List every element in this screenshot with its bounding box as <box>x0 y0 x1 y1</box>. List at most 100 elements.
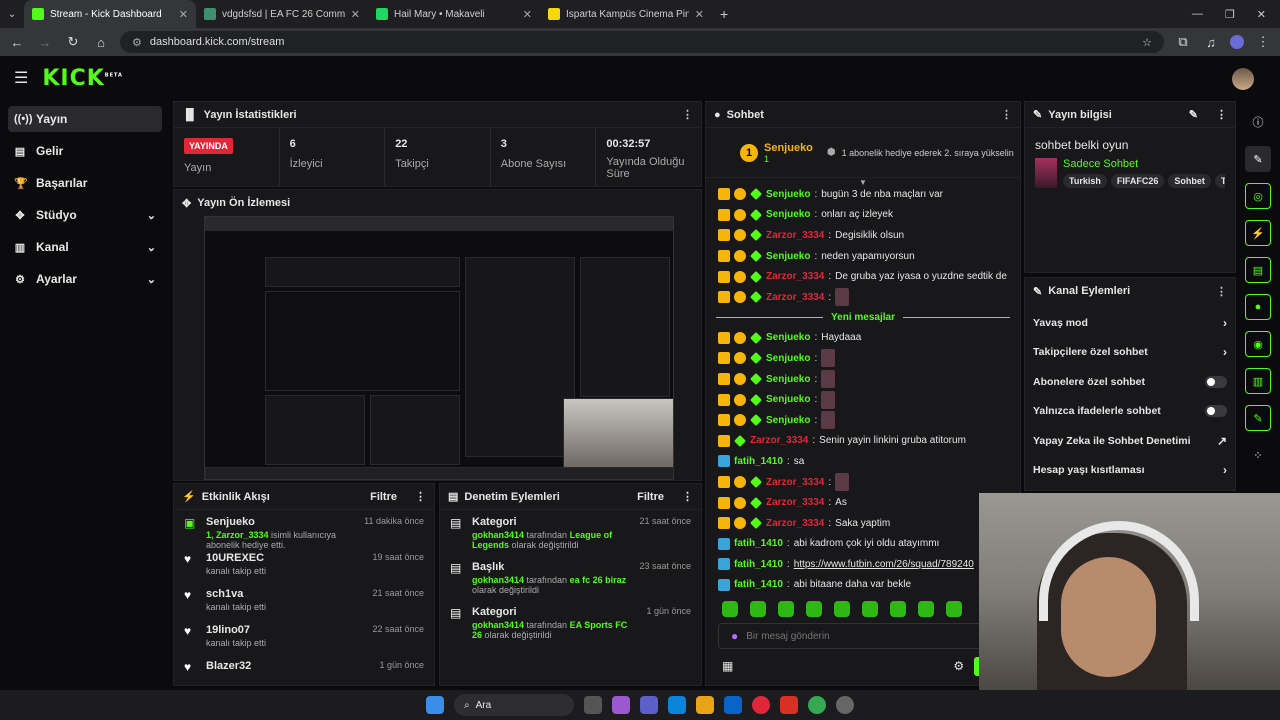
chat-username[interactable]: Zarzor_3334 <box>766 518 824 529</box>
emote-quick-icon[interactable] <box>806 601 822 618</box>
document-icon[interactable]: ▤ <box>1245 257 1271 283</box>
browser-menu-icon[interactable]: ⋮ <box>1254 34 1272 50</box>
close-tab-icon[interactable]: ✕ <box>351 8 360 21</box>
new-tab-button[interactable]: + <box>720 6 728 22</box>
chat-username[interactable]: fatih_1410 <box>734 579 783 590</box>
emote-quick-icon[interactable] <box>918 601 934 618</box>
channel-action-item[interactable]: Takipçilere özel sohbet › <box>1025 338 1235 368</box>
chat-username[interactable]: fatih_1410 <box>734 456 783 467</box>
emote-quick-icon[interactable] <box>750 601 766 618</box>
sidebar-item-kanal[interactable]: ▥ Kanal ⌄ <box>8 234 162 260</box>
stream-tag[interactable]: Türk <box>1214 174 1225 188</box>
chat-username[interactable]: Zarzor_3334 <box>766 230 824 241</box>
broadcast-icon[interactable]: ◉ <box>1245 331 1271 357</box>
chat-username[interactable]: Zarzor_3334 <box>766 271 824 282</box>
chat-username[interactable]: Zarzor_3334 <box>766 497 824 508</box>
outlook-icon[interactable] <box>724 696 742 714</box>
store-icon[interactable]: ▦ <box>722 659 733 673</box>
copilot-icon[interactable] <box>612 696 630 714</box>
chat-username[interactable]: Senjueko <box>766 251 810 262</box>
kebab-menu-icon[interactable]: ⋮ <box>1216 108 1227 121</box>
chrome-icon[interactable] <box>808 696 826 714</box>
teams-icon[interactable] <box>640 696 658 714</box>
browser-tab[interactable]: Hail Mary • Makaveli ✕ <box>368 0 540 28</box>
back-icon[interactable]: ← <box>8 35 26 50</box>
kebab-menu-icon[interactable]: ⋮ <box>1216 285 1227 298</box>
filter-button[interactable]: Filtre <box>370 491 397 503</box>
kebab-menu-icon[interactable]: ⋮ <box>415 490 426 503</box>
chat-username[interactable]: Senjueko <box>766 394 810 405</box>
url-field[interactable]: ⚙ dashboard.kick.com/stream ☆ <box>120 31 1164 53</box>
settings-icon[interactable]: ⚙ <box>953 659 964 673</box>
emote-quick-icon[interactable] <box>722 601 738 618</box>
close-tab-icon[interactable]: ✕ <box>695 8 704 21</box>
browser-tab[interactable]: Stream - Kick Dashboard ✕ <box>24 0 196 28</box>
stream-tag[interactable]: Sohbet <box>1168 174 1211 188</box>
extensions-icon[interactable]: ⧉ <box>1174 34 1192 50</box>
browser-tab[interactable]: Isparta Kampüs Cinema Pink | M ✕ <box>540 0 712 28</box>
chat-username[interactable]: Zarzor_3334 <box>750 435 808 446</box>
kebab-menu-icon[interactable]: ⋮ <box>1001 108 1012 121</box>
stream-tag[interactable]: FIFAFC26 <box>1110 174 1165 188</box>
dots-icon[interactable]: ⁘ <box>1245 442 1271 468</box>
file-explorer-icon[interactable] <box>696 696 714 714</box>
sidebar-item-studyo[interactable]: ✥ Stüdyo ⌄ <box>8 202 162 228</box>
microphone-icon[interactable]: ● <box>731 629 738 643</box>
emote-quick-icon[interactable] <box>890 601 906 618</box>
channel-action-item[interactable]: Yavaş mod › <box>1025 308 1235 338</box>
channel-action-item[interactable]: Yalnızca ifadelerle sohbet <box>1025 397 1235 427</box>
chat-username[interactable]: Zarzor_3334 <box>766 292 824 303</box>
chat-link[interactable]: https://www.futbin.com/26/squad/789240 <box>794 559 974 570</box>
kick-logo[interactable]: KICKBETA <box>42 66 123 91</box>
tab-list-button[interactable]: ⌄ <box>0 9 24 20</box>
chat-username[interactable]: fatih_1410 <box>734 559 783 570</box>
close-tab-icon[interactable]: ✕ <box>523 8 532 21</box>
kebab-menu-icon[interactable]: ⋮ <box>682 490 693 503</box>
toggle-switch[interactable] <box>1205 405 1227 418</box>
emote-quick-icon[interactable] <box>778 601 794 618</box>
close-window-icon[interactable]: ✕ <box>1257 8 1266 21</box>
home-icon[interactable]: ⌂ <box>92 35 110 50</box>
emote-quick-icon[interactable] <box>834 601 850 618</box>
steam-icon[interactable] <box>836 696 854 714</box>
category-name[interactable]: Sadece Sohbet <box>1063 158 1225 170</box>
hamburger-menu-icon[interactable]: ☰ <box>14 68 28 88</box>
close-tab-icon[interactable]: ✕ <box>179 8 188 21</box>
sidebar-item-yayin[interactable]: ((•)) Yayın <box>8 106 162 132</box>
layout-icon[interactable]: ▥ <box>1245 368 1271 394</box>
taskbar-search[interactable]: ⌕ Ara <box>454 694 574 716</box>
chat-input[interactable] <box>746 630 947 642</box>
chat-icon[interactable]: ● <box>1245 294 1271 320</box>
chat-username[interactable]: fatih_1410 <box>734 538 783 549</box>
chat-username[interactable]: Zarzor_3334 <box>766 477 824 488</box>
forward-icon[interactable]: → <box>36 35 54 50</box>
reload-icon[interactable]: ↻ <box>64 34 82 50</box>
profile-avatar[interactable] <box>1230 35 1244 49</box>
windows-start-icon[interactable] <box>426 696 444 714</box>
sidebar-item-ayarlar[interactable]: ⚙ Ayarlar ⌄ <box>8 266 162 292</box>
app-icon[interactable] <box>780 696 798 714</box>
wrench-icon[interactable]: ✎ <box>1245 405 1271 431</box>
lightning-icon[interactable]: ⚡ <box>1245 220 1271 246</box>
edit-icon[interactable]: ✎ <box>1245 146 1271 172</box>
chat-username[interactable]: Senjueko <box>766 374 810 385</box>
kebab-menu-icon[interactable]: ⋮ <box>682 108 693 121</box>
channel-action-item[interactable]: Hesap yaşı kısıtlaması › <box>1025 456 1235 486</box>
filter-button[interactable]: Filtre <box>637 491 664 503</box>
media-icon[interactable]: ♫ <box>1202 35 1220 50</box>
scan-icon[interactable]: ◎ <box>1245 183 1271 209</box>
emote-quick-icon[interactable] <box>862 601 878 618</box>
bookmark-star-icon[interactable]: ☆ <box>1142 36 1152 49</box>
chat-username[interactable]: Senjueko <box>766 209 810 220</box>
emote-quick-icon[interactable] <box>946 601 962 618</box>
chat-username[interactable]: Senjueko <box>766 415 810 426</box>
sidebar-item-gelir[interactable]: ▤ Gelir <box>8 138 162 164</box>
category-thumbnail[interactable] <box>1035 158 1057 188</box>
edge-icon[interactable] <box>668 696 686 714</box>
browser-tab[interactable]: vdgdsfsd | EA FC 26 Communit ✕ <box>196 0 368 28</box>
chat-username[interactable]: Senjueko <box>766 189 810 200</box>
site-info-icon[interactable]: ⚙ <box>132 36 142 49</box>
channel-action-item[interactable]: Yapay Zeka ile Sohbet Denetimi ↗ <box>1025 426 1235 456</box>
toggle-switch[interactable] <box>1205 375 1227 388</box>
restore-icon[interactable]: ❐ <box>1225 8 1235 21</box>
